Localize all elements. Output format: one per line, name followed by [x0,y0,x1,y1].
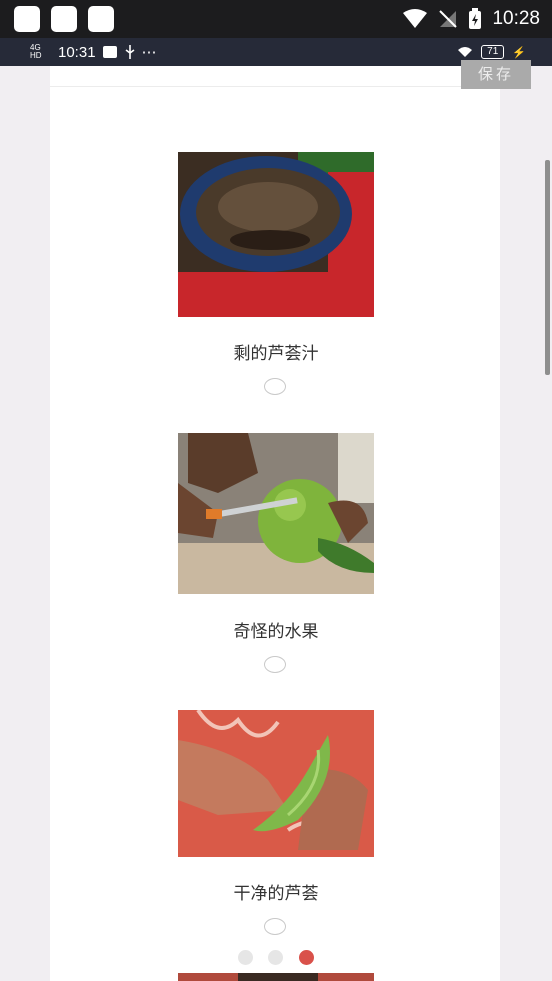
hd-voice-icon [102,46,117,58]
pager-dot[interactable] [268,950,283,965]
aloe-leaf-photo[interactable] [178,710,374,857]
network-label: 4G HD [30,43,42,60]
usb-icon [125,45,135,59]
wifi-icon [403,9,428,28]
system-status-bar: 10:28 [0,0,552,38]
app-notification-icon [51,6,77,32]
item-label: 剩的芦荟汁 [233,344,319,364]
battery-charging-icon [469,8,482,29]
item-label: 奇怪的水果 [233,622,319,642]
scrollbar[interactable] [545,160,550,375]
save-button[interactable]: 保存 [461,60,531,89]
no-signal-icon [439,10,458,28]
radio-button[interactable] [264,918,286,935]
pager-dot-active[interactable] [299,950,314,965]
basket-bowl-photo[interactable] [178,152,374,317]
radio-button[interactable] [264,656,286,673]
cutting-fruit-photo[interactable] [178,433,374,594]
inner-clock: 10:31 [58,43,96,61]
wifi-icon [458,47,473,57]
app-notification-icon [88,6,114,32]
app-notification-icon [14,6,40,32]
divider [50,86,500,87]
pager-dot[interactable] [238,950,253,965]
item-label: 干净的芦荟 [233,884,319,904]
more-notifications-icon: ⋯ [141,44,157,61]
battery-level: 71 [481,45,505,59]
radio-button[interactable] [264,378,286,395]
charging-icon: ⚡ [512,46,526,59]
next-item-photo[interactable] [178,973,374,981]
system-clock: 10:28 [492,8,540,29]
